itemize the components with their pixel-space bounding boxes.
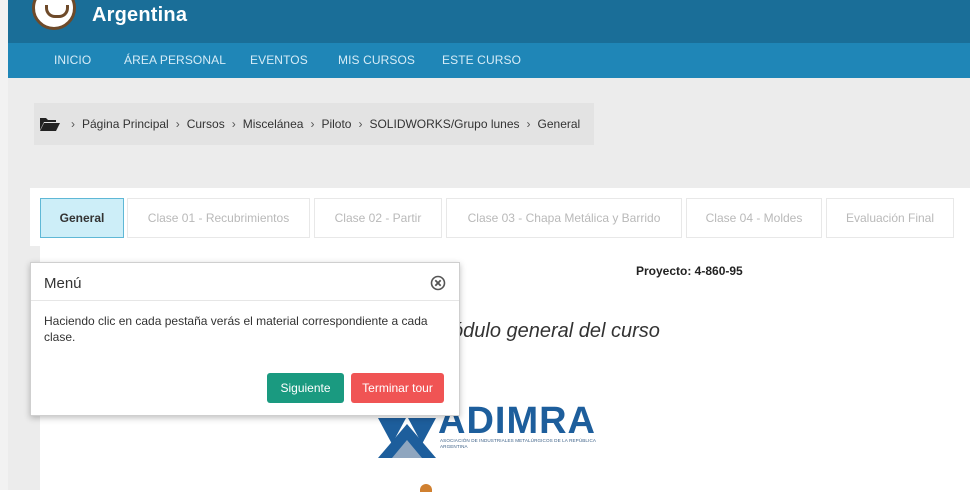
tab-evaluacion-final[interactable]: Evaluación Final <box>826 198 954 238</box>
breadcrumb-miscelanea[interactable]: Miscelánea <box>243 117 304 131</box>
breadcrumb-pagina-principal[interactable]: Página Principal <box>82 117 169 131</box>
breadcrumb-piloto[interactable]: Piloto <box>321 117 351 131</box>
tab-general[interactable]: General <box>40 198 124 238</box>
tab-clase-03[interactable]: Clase 03 - Chapa Metálica y Barrido <box>446 198 682 238</box>
page-edge <box>0 0 8 490</box>
adimra-mark-icon <box>378 418 436 458</box>
breadcrumb-general[interactable]: General <box>538 117 581 131</box>
decorative-shape <box>420 484 432 492</box>
course-tabs: General Clase 01 - Recubrimientos Clase … <box>30 188 970 246</box>
project-code: Proyecto: 4-860-95 <box>636 264 743 278</box>
close-icon[interactable] <box>430 275 446 291</box>
breadcrumb-solidworks-grupo-lunes[interactable]: SOLIDWORKS/Grupo lunes <box>369 117 519 131</box>
next-button[interactable]: Siguiente <box>267 373 344 403</box>
adimra-subtitle: ASOCIACIÓN DE INDUSTRIALES METALÚRGICOS … <box>440 438 596 449</box>
nav-item-mis-cursos[interactable]: MIS CURSOS <box>338 53 415 67</box>
popup-title: Menú <box>44 275 82 292</box>
adimra-wordmark: ADIMRA <box>438 400 596 442</box>
tab-clase-01[interactable]: Clase 01 - Recubrimientos <box>127 198 310 238</box>
site-name[interactable]: Argentina <box>92 4 187 27</box>
main-navigation: INICIO ÁREA PERSONAL EVENTOS MIS CURSOS … <box>8 43 970 78</box>
breadcrumb-separator: › <box>231 117 236 131</box>
popup-body: Haciendo clic en cada pestaña verás el m… <box>44 314 428 344</box>
popup-divider <box>31 300 459 301</box>
breadcrumb-separator: › <box>175 117 180 131</box>
breadcrumb-separator: › <box>71 117 75 131</box>
tour-popup: Menú Haciendo clic en cada pestaña verás… <box>30 262 460 416</box>
tab-clase-04[interactable]: Clase 04 - Moldes <box>686 198 822 238</box>
nav-item-area-personal[interactable]: ÁREA PERSONAL <box>124 53 226 67</box>
site-header: Argentina <box>8 0 970 43</box>
nav-item-este-curso[interactable]: ESTE CURSO <box>442 53 521 67</box>
nav-item-eventos[interactable]: EVENTOS <box>250 53 308 67</box>
end-tour-button[interactable]: Terminar tour <box>351 373 444 403</box>
breadcrumb: › Página Principal › Cursos › Miscelánea… <box>34 103 594 145</box>
breadcrumb-separator: › <box>358 117 363 131</box>
nav-item-inicio[interactable]: INICIO <box>54 53 91 67</box>
breadcrumb-cursos[interactable]: Cursos <box>187 117 225 131</box>
tab-clase-02[interactable]: Clase 02 - Partir <box>314 198 442 238</box>
folder-open-icon <box>40 117 60 131</box>
site-logo-icon[interactable] <box>32 0 76 30</box>
breadcrumb-separator: › <box>526 117 531 131</box>
module-title: ódulo general del curso <box>452 320 660 342</box>
breadcrumb-separator: › <box>310 117 315 131</box>
